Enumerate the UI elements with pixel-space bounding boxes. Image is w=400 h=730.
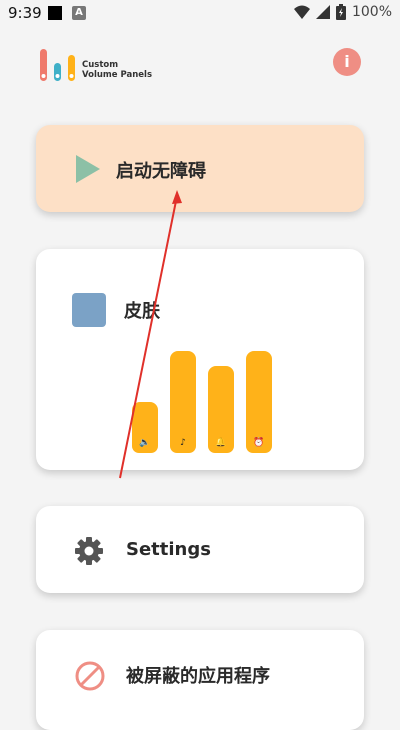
volume-bar-notification: 🔔 [208, 366, 234, 453]
wifi-icon [293, 5, 310, 19]
settings-card[interactable]: Settings [36, 506, 364, 593]
settings-label: Settings [126, 539, 211, 560]
volume-bars-preview: 🔈 ♪ 🔔 ⏰ [132, 351, 272, 453]
info-button[interactable]: i [333, 48, 361, 76]
notification-a-icon: A [72, 6, 86, 20]
start-accessibility-label: 启动无障碍 [116, 161, 206, 182]
play-icon [76, 155, 100, 183]
signal-icon [315, 5, 330, 19]
app-title-line1: Custom [82, 60, 119, 70]
volume-bar-alarm: ⏰ [246, 351, 272, 453]
volume-bar-music: ♪ [170, 351, 196, 453]
volume-bar-media: 🔈 [132, 402, 158, 453]
app-logo [40, 49, 75, 81]
info-icon: i [344, 52, 350, 71]
battery-icon [335, 4, 346, 20]
blocked-apps-label: 被屏蔽的应用程序 [126, 666, 270, 687]
battery-percent: 100% [351, 4, 392, 20]
start-accessibility-card[interactable]: 启动无障碍 [36, 125, 364, 212]
skin-label: 皮肤 [124, 301, 160, 322]
alarm-icon: ⏰ [253, 438, 265, 448]
skin-card[interactable]: 皮肤 🔈 ♪ 🔔 ⏰ [36, 249, 364, 470]
block-icon [75, 661, 105, 691]
speaker-icon: 🔈 [139, 438, 151, 448]
bell-icon: 🔔 [215, 438, 227, 448]
status-time: 9:39 [8, 4, 42, 22]
blocked-apps-card[interactable]: 被屏蔽的应用程序 [36, 630, 364, 730]
app-title-line2: Volume Panels [82, 70, 153, 80]
skin-color-swatch [72, 293, 106, 327]
notification-square-icon [48, 6, 62, 20]
status-bar: 9:39 A 100% [0, 0, 400, 28]
gear-icon [75, 537, 103, 565]
music-note-icon: ♪ [180, 438, 186, 448]
status-right: 100% [293, 4, 392, 20]
app-title: Custom Volume Panels [82, 60, 152, 80]
